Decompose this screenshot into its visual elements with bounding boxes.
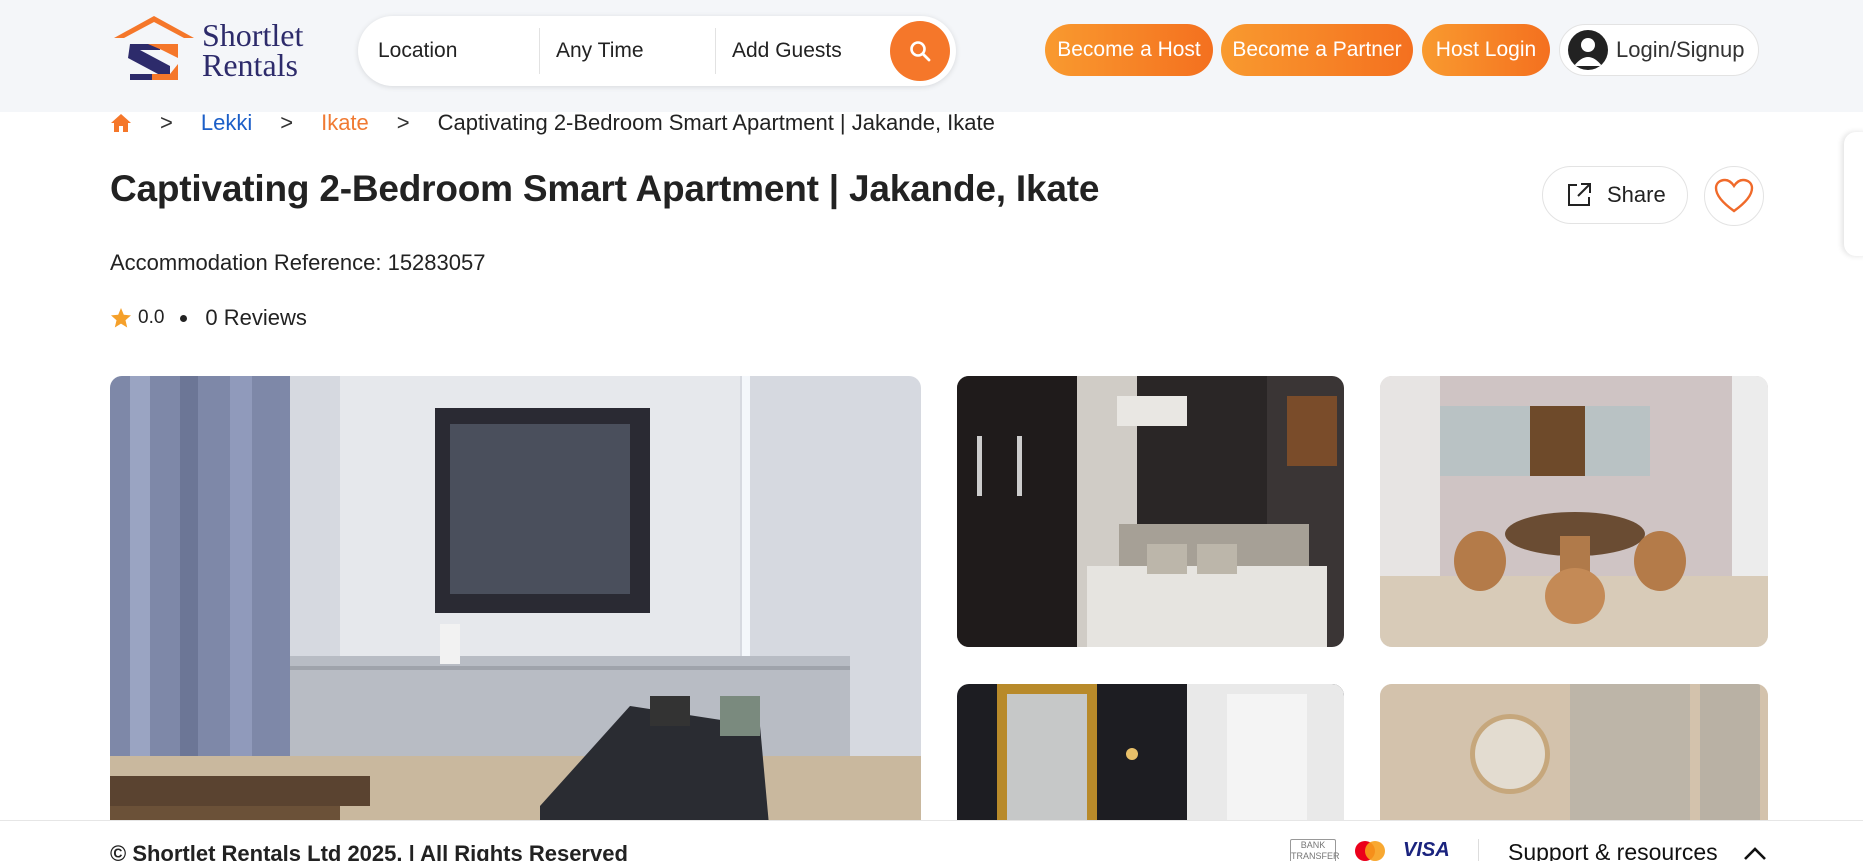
page-title: Captivating 2-Bedroom Smart Apartment | … — [110, 168, 1100, 209]
copyright-text: © Shortlet Rentals Ltd 2025. | All Right… — [110, 841, 628, 861]
mastercard-icon — [1355, 841, 1385, 861]
breadcrumb-ikate-link[interactable]: Ikate — [321, 110, 369, 136]
photo-dining[interactable] — [1380, 376, 1768, 647]
site-header: Shortlet Rentals Location Any Time Add G… — [0, 0, 1863, 112]
share-icon — [1568, 183, 1591, 206]
logo-mark-icon — [114, 16, 194, 80]
logo-line-2: Rentals — [202, 47, 298, 83]
site-logo[interactable]: Shortlet Rentals — [112, 14, 332, 86]
become-partner-button[interactable]: Become a Partner — [1221, 24, 1413, 76]
home-icon[interactable] — [110, 113, 132, 133]
location-field[interactable]: Location — [358, 28, 540, 74]
star-icon — [111, 308, 131, 328]
breadcrumb-current: Captivating 2-Bedroom Smart Apartment | … — [437, 110, 995, 135]
share-label: Share — [1607, 182, 1666, 207]
support-resources-toggle[interactable]: Support & resources — [1508, 839, 1768, 861]
bank-transfer-icon: BANK TRANSFER — [1290, 839, 1340, 861]
favorite-button[interactable] — [1704, 166, 1764, 226]
breadcrumb-separator: > — [396, 110, 410, 135]
become-host-button[interactable]: Become a Host — [1045, 24, 1213, 76]
logo-text: Shortlet Rentals — [202, 17, 304, 83]
search-icon — [910, 41, 931, 62]
side-panel-tab[interactable] — [1844, 132, 1863, 256]
rating-summary: 0.0 0 Reviews — [110, 305, 307, 331]
host-login-button[interactable]: Host Login — [1422, 24, 1550, 76]
bedroom-image — [957, 376, 1344, 647]
living-room-image — [110, 376, 921, 836]
visa-icon: VISA — [1403, 839, 1450, 861]
breadcrumb: > Lekki > Ikate > Captivating 2-Bedroom … — [110, 108, 995, 138]
photo-bedroom[interactable] — [957, 376, 1344, 647]
support-resources-label: Support & resources — [1508, 839, 1718, 861]
accommodation-reference: Accommodation Reference: 15283057 — [110, 250, 486, 275]
footer-divider — [1478, 839, 1479, 861]
share-button[interactable]: Share — [1542, 166, 1688, 224]
chevron-up-icon — [1743, 846, 1766, 860]
login-signup-label: Login/Signup — [1616, 37, 1745, 62]
heart-icon — [1714, 178, 1754, 213]
dining-image — [1380, 376, 1768, 647]
search-bar: Location Any Time Add Guests — [358, 16, 956, 86]
reviews-link[interactable]: 0 Reviews — [205, 305, 306, 331]
breadcrumb-separator: > — [280, 110, 294, 135]
main-photo-living-room[interactable] — [110, 376, 921, 836]
login-signup-button[interactable]: Login/Signup — [1559, 24, 1759, 76]
guests-field[interactable]: Add Guests — [716, 28, 892, 74]
logo-line-1: Shortlet — [202, 17, 304, 53]
user-avatar-icon — [1568, 30, 1608, 70]
site-footer: © Shortlet Rentals Ltd 2025. | All Right… — [0, 820, 1863, 861]
search-button[interactable] — [890, 21, 950, 81]
breadcrumb-lekki-link[interactable]: Lekki — [201, 110, 252, 136]
breadcrumb-separator: > — [160, 110, 173, 135]
rating-value: 0.0 — [138, 307, 165, 328]
separator-dot — [180, 314, 188, 322]
date-field[interactable]: Any Time — [540, 28, 716, 74]
